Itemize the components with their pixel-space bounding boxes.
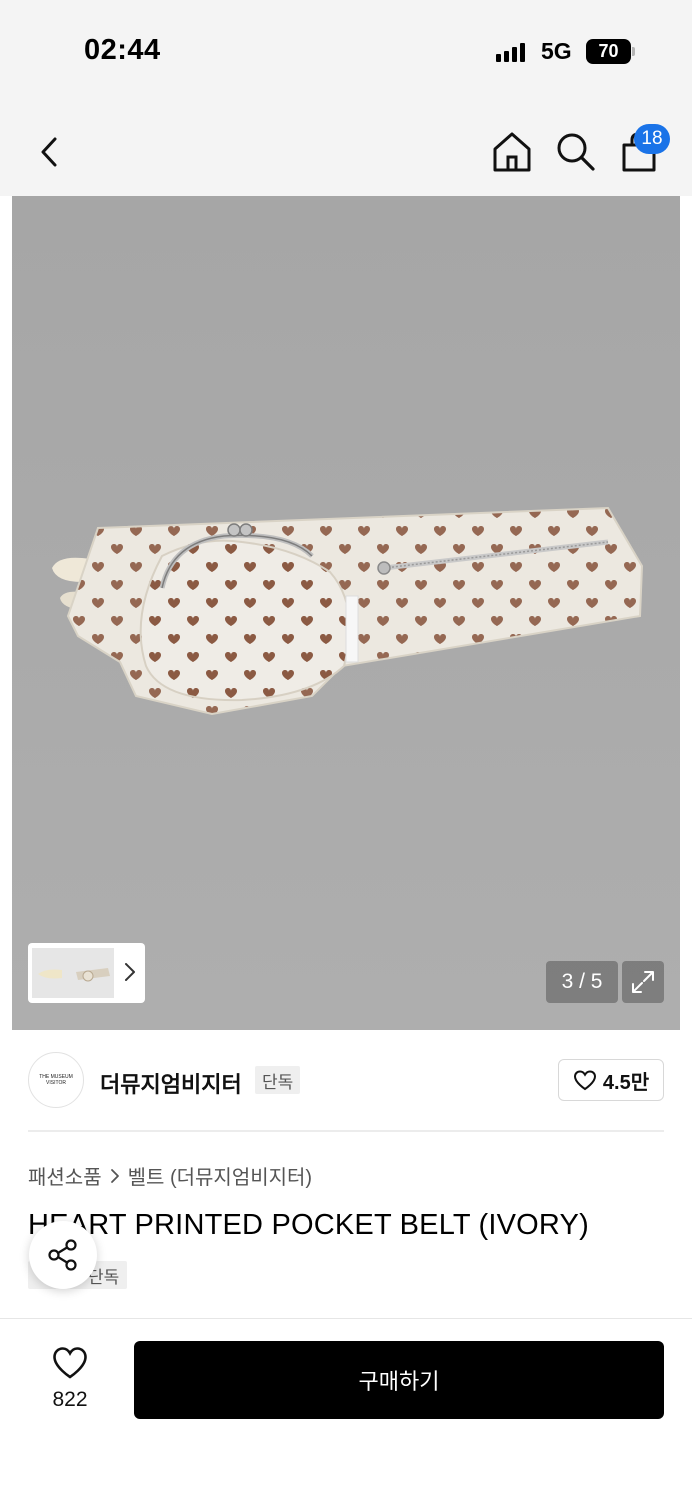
- brand-logo[interactable]: THE MUSEUM VISITOR: [28, 1052, 84, 1108]
- home-icon[interactable]: [488, 128, 536, 176]
- chevron-left-icon[interactable]: [28, 130, 72, 174]
- wishlist-button[interactable]: 822: [34, 1344, 106, 1420]
- bottom-bar-divider: [0, 1318, 692, 1319]
- heart-icon: [573, 1070, 596, 1091]
- breadcrumb-subcategory[interactable]: 벨트 (더뮤지엄비지터): [128, 1161, 312, 1190]
- brand-row: THE MUSEUM VISITOR 더뮤지엄비지터 단독 4.5만: [28, 1052, 664, 1110]
- product-title: HEART PRINTED POCKET BELT (IVORY): [28, 1209, 589, 1241]
- share-icon: [48, 1239, 77, 1271]
- brand-like-button[interactable]: 4.5만: [558, 1059, 664, 1101]
- status-bar: 02:44 5G 70: [0, 0, 692, 100]
- brand-name[interactable]: 더뮤지엄비지터: [100, 1067, 242, 1099]
- expand-button[interactable]: [622, 961, 664, 1003]
- wishlist-count: 822: [52, 1388, 88, 1411]
- buy-button[interactable]: 구매하기: [134, 1341, 664, 1419]
- chevron-right-icon: [110, 1168, 119, 1183]
- exclusive-badge: 단독: [255, 1066, 301, 1094]
- cart-count-badge: 18: [634, 124, 670, 154]
- chevron-right-icon: [125, 963, 135, 981]
- status-time: 02:44: [84, 34, 161, 66]
- product-image-gallery[interactable]: 3 / 5: [12, 196, 680, 1030]
- divider: [28, 1130, 664, 1132]
- brand-like-count: 4.5만: [602, 1071, 650, 1094]
- expand-icon: [632, 971, 654, 993]
- search-icon[interactable]: [552, 128, 598, 174]
- network-label: 5G: [541, 38, 572, 64]
- battery-icon: 70: [586, 39, 631, 64]
- top-nav-bar: 18: [0, 100, 692, 196]
- product-thumbnail: [32, 948, 114, 998]
- brand-logo-text: THE MUSEUM VISITOR: [39, 1074, 73, 1086]
- breadcrumb: 패션소품 벨트 (더뮤지엄비지터): [28, 1161, 312, 1190]
- product-image: [52, 506, 644, 716]
- heart-icon: [53, 1347, 87, 1379]
- battery-level: 70: [598, 41, 619, 61]
- breadcrumb-category[interactable]: 패션소품: [28, 1161, 102, 1190]
- battery-cap: [632, 47, 635, 56]
- share-button[interactable]: [29, 1221, 97, 1289]
- signal-icon: [496, 42, 525, 62]
- page-indicator: 3 / 5: [546, 961, 618, 1003]
- thumbnail-strip[interactable]: [28, 943, 145, 1003]
